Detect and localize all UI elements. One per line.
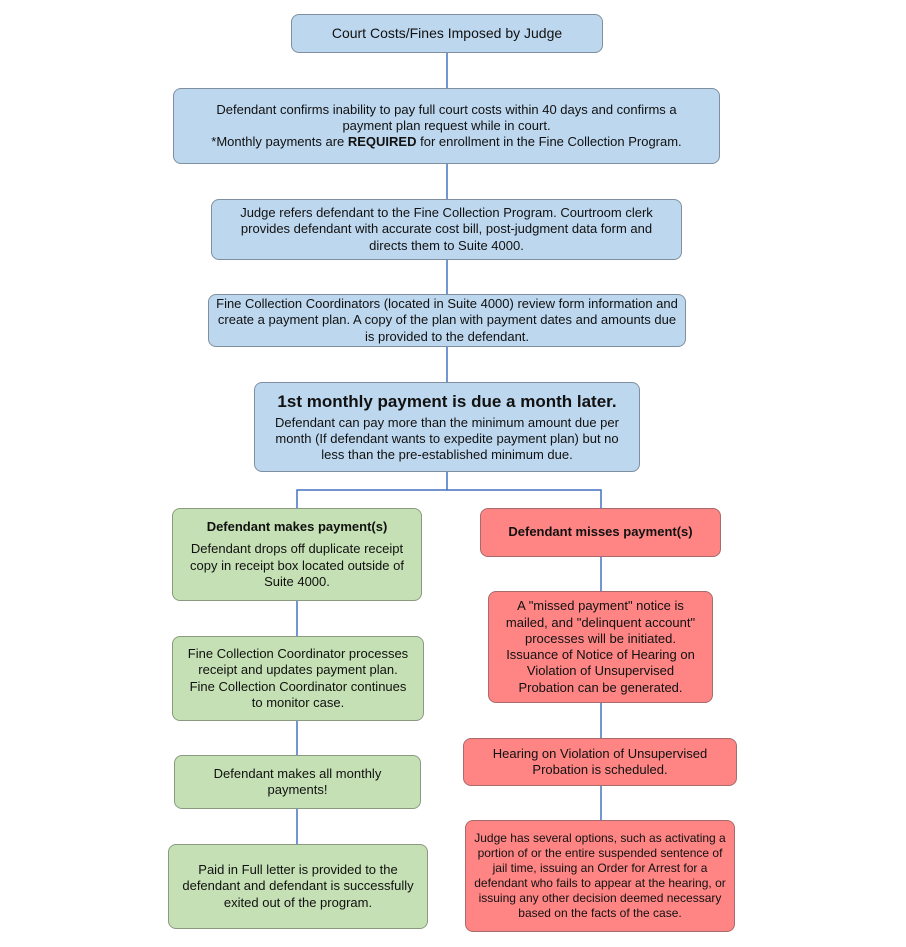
node-start: Court Costs/Fines Imposed by Judge xyxy=(291,14,603,53)
edge-first-payment-branch xyxy=(296,472,448,508)
node-first-payment: 1st monthly payment is due a month later… xyxy=(254,382,640,472)
node-confirm-line2: *Monthly payments are REQUIRED for enrol… xyxy=(211,134,682,150)
node-confirm-line1: Defendant confirms inability to pay full… xyxy=(216,101,677,133)
node-makes-payment: Defendant makes payment(s) Defendant dro… xyxy=(172,508,422,601)
node-judge-options: Judge has several options, such as activ… xyxy=(465,820,735,932)
node-processes-receipt-text: Fine Collection Coordinator processes re… xyxy=(187,646,409,710)
node-paid-in-full-text: Paid in Full letter is provided to the d… xyxy=(182,862,414,910)
node-start-text: Court Costs/Fines Imposed by Judge xyxy=(331,24,563,41)
node-paid-in-full: Paid in Full letter is provided to the d… xyxy=(168,844,428,929)
node-missed-notice: A "missed payment" notice is mailed, and… xyxy=(488,591,713,703)
edge-first-payment-misses xyxy=(447,489,602,508)
node-missed-notice-text: A "missed payment" notice is mailed, and… xyxy=(505,598,696,695)
node-processes-receipt: Fine Collection Coordinator processes re… xyxy=(172,636,424,721)
node-misses-payment: Defendant misses payment(s) xyxy=(480,508,721,557)
node-coordinators-text: Fine Collection Coordinators (located in… xyxy=(216,296,678,344)
node-judge-options-text: Judge has several options, such as activ… xyxy=(474,831,726,920)
node-hearing: Hearing on Violation of Unsupervised Pro… xyxy=(463,738,737,786)
required-emphasis: REQUIRED xyxy=(347,134,417,150)
node-makes-payment-title: Defendant makes payment(s) xyxy=(206,519,388,534)
node-all-payments-text: Defendant makes all monthly payments! xyxy=(213,765,382,797)
node-hearing-text: Hearing on Violation of Unsupervised Pro… xyxy=(492,745,708,777)
node-coordinators: Fine Collection Coordinators (located in… xyxy=(208,294,686,347)
node-confirm: Defendant confirms inability to pay full… xyxy=(173,88,720,164)
node-misses-payment-title: Defendant misses payment(s) xyxy=(508,524,693,540)
node-refer: Judge refers defendant to the Fine Colle… xyxy=(211,199,682,260)
node-makes-payment-text: Defendant drops off duplicate receipt co… xyxy=(190,541,404,589)
node-first-payment-text: Defendant can pay more than the minimum … xyxy=(275,414,619,463)
node-all-payments: Defendant makes all monthly payments! xyxy=(174,755,421,809)
node-first-payment-title: 1st monthly payment is due a month later… xyxy=(277,391,617,411)
node-refer-text: Judge refers defendant to the Fine Colle… xyxy=(240,205,653,253)
